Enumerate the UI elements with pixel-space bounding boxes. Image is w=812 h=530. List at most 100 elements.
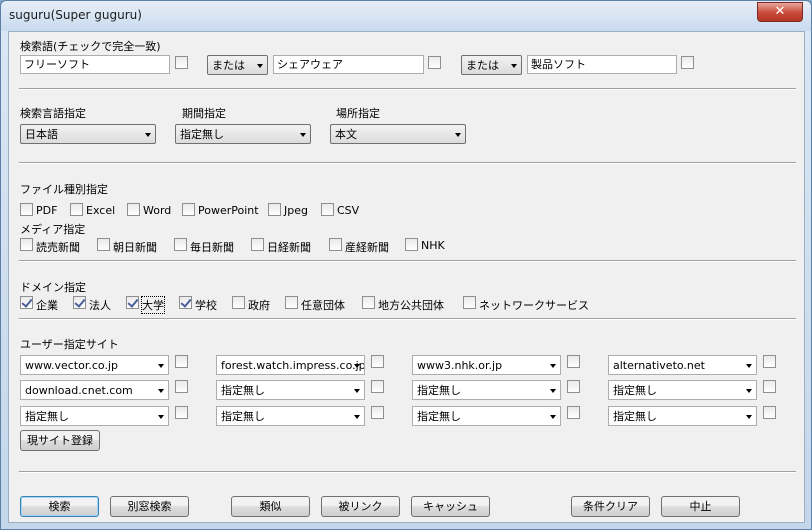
media-sankei-checkbox[interactable]: [329, 238, 342, 251]
search-button[interactable]: 検索: [20, 496, 99, 517]
media-label: メディア指定: [20, 223, 86, 236]
media-mainichi-checkbox[interactable]: [174, 238, 187, 251]
user-site-checkbox[interactable]: [175, 380, 188, 393]
chevron-down-icon: [511, 64, 517, 68]
domain-corporate-checkbox[interactable]: [20, 296, 33, 309]
title-bar[interactable]: suguru(Super guguru) ✕: [1, 1, 811, 31]
domain-voluntary-org-checkbox[interactable]: [285, 296, 298, 309]
filetype-csv-checkbox[interactable]: [321, 203, 334, 216]
user-site-checkbox[interactable]: [175, 355, 188, 368]
user-site-checkbox[interactable]: [567, 380, 580, 393]
domain-university-checkbox[interactable]: [126, 296, 139, 309]
media-nikkei-checkbox[interactable]: [251, 238, 264, 251]
media-nhk-checkbox[interactable]: [405, 238, 418, 251]
user-site-checkbox[interactable]: [763, 406, 776, 419]
chevron-down-icon: [354, 415, 360, 419]
keyword-input-1[interactable]: フリーソフト: [20, 55, 170, 74]
separator: [19, 318, 796, 320]
user-site-select[interactable]: www3.nhk.or.jp: [412, 355, 561, 375]
user-site-select[interactable]: 指定無し: [216, 406, 365, 426]
chevron-down-icon: [158, 364, 164, 368]
domain-corporate-label: 企業: [36, 299, 58, 312]
cache-button[interactable]: キャッシュ: [411, 496, 490, 517]
operator-select-1[interactable]: または: [207, 55, 268, 75]
media-sankei-label: 産経新聞: [345, 241, 389, 254]
filetype-excel-checkbox[interactable]: [70, 203, 83, 216]
user-site-select[interactable]: alternativeto.net: [608, 355, 757, 375]
period-select-value: 指定無し: [180, 128, 224, 141]
clear-conditions-button[interactable]: 条件クリア: [571, 496, 650, 517]
language-select-value: 日本語: [25, 128, 58, 141]
search-new-window-button[interactable]: 別窓検索: [110, 496, 189, 517]
media-nhk-label: NHK: [421, 239, 445, 252]
user-site-value: 指定無し: [613, 384, 657, 397]
filetype-pdf-label: PDF: [36, 204, 58, 217]
language-select[interactable]: 日本語: [20, 124, 156, 144]
domain-incorporated-checkbox[interactable]: [73, 296, 86, 309]
user-site-select[interactable]: 指定無し: [216, 380, 365, 400]
user-site-checkbox[interactable]: [567, 406, 580, 419]
window-title: suguru(Super guguru): [9, 8, 142, 22]
period-select[interactable]: 指定無し: [175, 124, 311, 144]
chevron-down-icon: [257, 64, 263, 68]
domain-voluntary-org-label: 任意団体: [301, 299, 345, 312]
domain-school-checkbox[interactable]: [179, 296, 192, 309]
user-site-checkbox[interactable]: [371, 380, 384, 393]
filetype-word-label: Word: [143, 204, 172, 217]
user-site-select[interactable]: 指定無し: [20, 406, 169, 426]
user-site-select[interactable]: download.cnet.com: [20, 380, 169, 400]
keyword-input-2[interactable]: シェアウェア: [273, 55, 424, 74]
user-site-checkbox[interactable]: [763, 380, 776, 393]
similar-button[interactable]: 類似: [231, 496, 310, 517]
separator: [19, 162, 796, 164]
chevron-down-icon: [550, 389, 556, 393]
user-site-checkbox[interactable]: [371, 355, 384, 368]
operator-select-1-value: または: [212, 59, 245, 72]
domain-government-label: 政府: [248, 299, 270, 312]
media-yomiuri-checkbox[interactable]: [20, 238, 33, 251]
user-site-select[interactable]: 指定無し: [412, 406, 561, 426]
user-site-value: 指定無し: [613, 410, 657, 423]
filetype-powerpoint-checkbox[interactable]: [182, 203, 195, 216]
user-site-value: 指定無し: [221, 384, 265, 397]
user-site-checkbox[interactable]: [175, 406, 188, 419]
keyword-input-3[interactable]: 製品ソフト: [527, 55, 677, 74]
operator-select-2[interactable]: または: [461, 55, 522, 75]
separator: [19, 88, 796, 90]
backlinks-button[interactable]: 被リンク: [321, 496, 400, 517]
media-nikkei-label: 日経新聞: [267, 241, 311, 254]
chevron-down-icon: [746, 389, 752, 393]
user-site-checkbox[interactable]: [567, 355, 580, 368]
user-site-select[interactable]: 指定無し: [608, 406, 757, 426]
chevron-down-icon: [746, 415, 752, 419]
keyword-exact-checkbox-3[interactable]: [681, 56, 694, 69]
keyword-exact-checkbox-2[interactable]: [428, 56, 441, 69]
user-site-select[interactable]: forest.watch.impress.co.jp: [216, 355, 365, 375]
close-button[interactable]: ✕: [757, 2, 803, 22]
filetype-pdf-checkbox[interactable]: [20, 203, 33, 216]
domain-government-checkbox[interactable]: [232, 296, 245, 309]
cancel-button[interactable]: 中止: [661, 496, 740, 517]
domain-local-gov-checkbox[interactable]: [362, 296, 375, 309]
user-sites-label: ユーザー指定サイト: [20, 338, 119, 351]
keyword-exact-checkbox-1[interactable]: [175, 56, 188, 69]
file-types-label: ファイル種別指定: [20, 183, 108, 196]
language-label: 検索言語指定: [20, 107, 86, 120]
filetype-word-checkbox[interactable]: [127, 203, 140, 216]
location-label: 場所指定: [336, 107, 380, 120]
register-current-site-button[interactable]: 現サイト登録: [20, 430, 100, 451]
filetype-jpeg-checkbox[interactable]: [268, 203, 281, 216]
media-asahi-checkbox[interactable]: [97, 238, 110, 251]
user-site-select[interactable]: www.vector.co.jp: [20, 355, 169, 375]
domain-network-service-checkbox[interactable]: [463, 296, 476, 309]
chevron-down-icon: [300, 133, 306, 137]
chevron-down-icon: [354, 389, 360, 393]
domain-network-service-label: ネットワークサービス: [479, 299, 589, 312]
user-site-checkbox[interactable]: [371, 406, 384, 419]
user-site-select[interactable]: 指定無し: [608, 380, 757, 400]
location-select[interactable]: 本文: [330, 124, 466, 144]
media-asahi-label: 朝日新聞: [113, 241, 157, 254]
user-site-select[interactable]: 指定無し: [412, 380, 561, 400]
user-site-value: forest.watch.impress.co.jp: [221, 359, 365, 372]
user-site-checkbox[interactable]: [763, 355, 776, 368]
